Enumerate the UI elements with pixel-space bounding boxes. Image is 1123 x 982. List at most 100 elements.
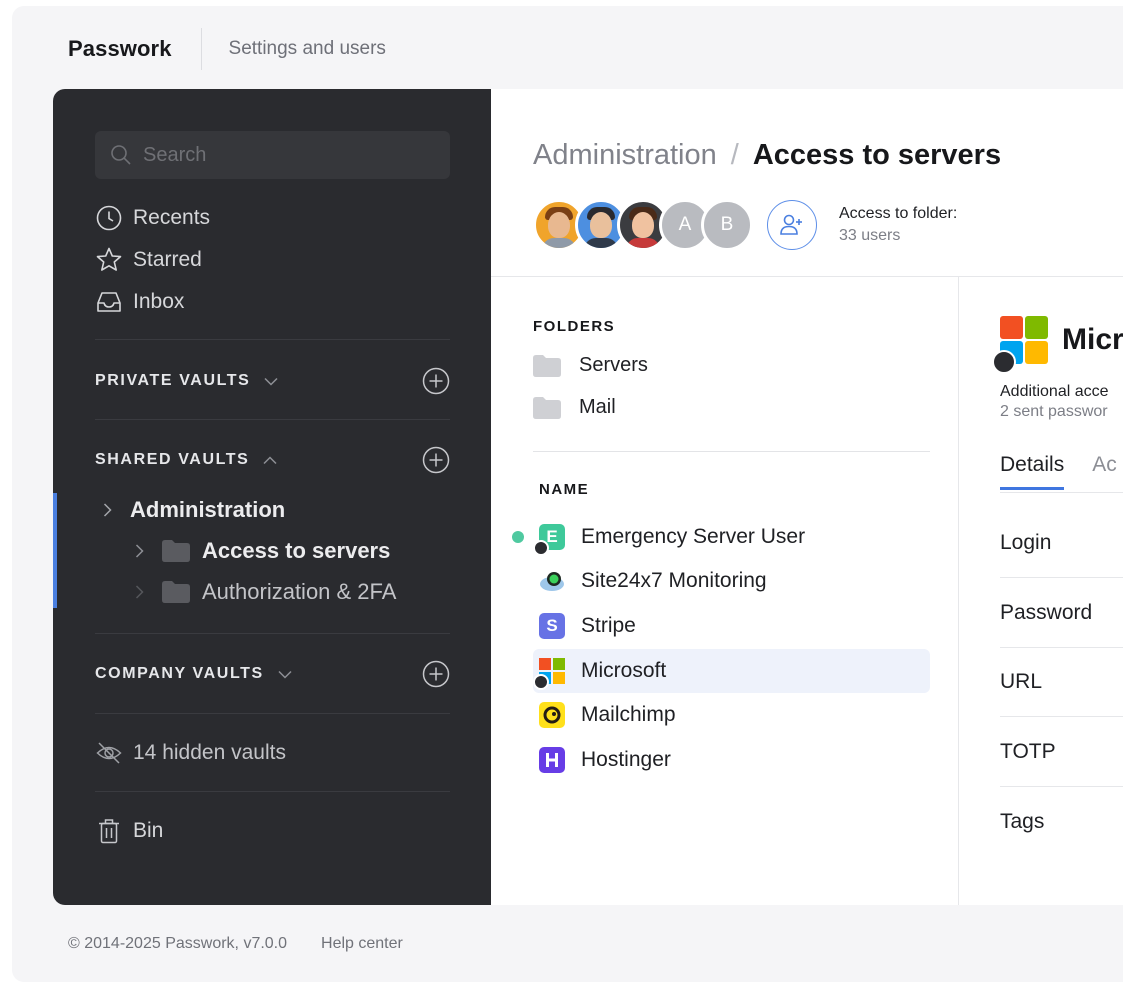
detail-title: Micr: [1062, 323, 1123, 356]
online-indicator: [512, 531, 524, 543]
nav-recents-label: Recents: [133, 206, 211, 229]
star-icon: [96, 247, 122, 271]
microsoft-icon: [533, 658, 565, 690]
folder-row-mail[interactable]: Mail: [533, 396, 616, 419]
shared-badge-icon: [533, 674, 549, 690]
shared-vaults-header[interactable]: SHARED VAULTS: [95, 446, 450, 474]
breadcrumb-parent[interactable]: Administration: [533, 139, 717, 172]
item-label: Hostinger: [581, 748, 671, 771]
nav-starred-label: Starred: [133, 248, 202, 271]
chevron-right-icon: [135, 544, 144, 558]
field-url[interactable]: URL: [1000, 647, 1123, 717]
folder-icon: [533, 354, 561, 377]
add-company-vault-icon[interactable]: [422, 660, 450, 688]
field-tags[interactable]: Tags: [1000, 787, 1123, 857]
folder-label: Mail: [579, 396, 616, 418]
sidebar-divider: [95, 633, 450, 634]
list-item-mailchimp[interactable]: Mailchimp: [533, 693, 930, 737]
name-column-header[interactable]: NAME: [539, 481, 589, 498]
tabs-divider: [1000, 492, 1123, 493]
tree-folder-access-to-servers[interactable]: Access to servers: [135, 538, 390, 564]
tree-folder-label: Access to servers: [202, 538, 391, 563]
private-vaults-header[interactable]: PRIVATE VAULTS: [95, 367, 450, 395]
add-user-icon: [780, 214, 802, 235]
trash-icon: [99, 819, 119, 844]
sent-passwords-label: 2 sent passwor: [1000, 403, 1108, 420]
sidebar: Recents Starred Inbox PRIVATE VAULTS SHA…: [53, 89, 491, 905]
settings-link[interactable]: Settings and users: [229, 38, 386, 60]
help-center-link[interactable]: Help center: [321, 935, 403, 953]
list-item-stripe[interactable]: S Stripe: [533, 604, 930, 648]
sidebar-divider: [95, 419, 450, 420]
detail-pane: Micr Additional acce 2 sent passwor Deta…: [992, 277, 1123, 905]
emergency-icon: E: [533, 524, 565, 556]
folder-members[interactable]: A B Access to folder: 33 users: [533, 199, 957, 251]
brand-logo[interactable]: Passwork: [68, 36, 172, 62]
item-label: Site24x7 Monitoring: [581, 569, 767, 592]
field-label: Password: [1000, 600, 1093, 624]
top-bar: Passwork Settings and users: [68, 28, 386, 70]
active-indicator: [53, 493, 57, 608]
bin-link[interactable]: Bin: [95, 817, 163, 845]
hidden-vaults-toggle[interactable]: 14 hidden vaults: [95, 739, 286, 767]
company-vaults-label: COMPANY VAULTS: [95, 665, 264, 682]
stripe-icon: S: [539, 613, 565, 639]
bin-label: Bin: [133, 819, 164, 842]
company-vaults-header[interactable]: COMPANY VAULTS: [95, 660, 450, 688]
access-title: Access to folder:: [839, 205, 958, 222]
tree-vault-label: Administration: [130, 497, 286, 522]
mailchimp-icon: [539, 702, 565, 728]
nav-recents[interactable]: Recents: [95, 204, 210, 232]
field-login[interactable]: Login: [1000, 508, 1123, 578]
list-item-hostinger[interactable]: Hostinger: [533, 738, 930, 782]
field-totp[interactable]: TOTP: [1000, 717, 1123, 787]
chevron-down-icon: [278, 670, 292, 679]
access-info: Access to folder: 33 users: [839, 203, 957, 247]
hidden-vaults-label: 14 hidden vaults: [133, 741, 286, 764]
folder-icon: [162, 540, 190, 562]
page-title: Access to servers: [752, 139, 1002, 171]
add-shared-vault-icon[interactable]: [422, 446, 450, 474]
nav-starred[interactable]: Starred: [95, 246, 202, 274]
header-divider: [200, 28, 202, 70]
tree-folder-authorization[interactable]: Authorization & 2FA: [135, 579, 396, 605]
list-divider: [533, 451, 930, 452]
main-panel: Administration / Access to servers A B A…: [491, 89, 1123, 905]
add-user-button[interactable]: [767, 200, 817, 250]
detail-header: Micr: [992, 316, 1123, 374]
breadcrumb-separator: /: [730, 139, 739, 171]
tab-access[interactable]: Ac: [1092, 453, 1117, 490]
pane-divider: [958, 277, 959, 905]
sidebar-divider: [95, 339, 450, 340]
field-label: URL: [1000, 669, 1043, 693]
breadcrumb: Administration / Access to servers: [533, 139, 1001, 172]
list-item-microsoft[interactable]: Microsoft: [533, 649, 930, 693]
copyright: © 2014-2025 Passwork, v7.0.0: [68, 935, 288, 952]
detail-tabs: Details Ac: [1000, 453, 1117, 490]
search-box[interactable]: [95, 131, 450, 179]
tab-details[interactable]: Details: [1000, 453, 1065, 490]
chevron-right-icon: [135, 585, 144, 599]
folder-icon: [533, 396, 561, 419]
add-private-vault-icon[interactable]: [422, 367, 450, 395]
eye-off-icon: [96, 742, 122, 764]
tree-vault-administration[interactable]: Administration: [103, 497, 285, 523]
field-password[interactable]: Password: [1000, 578, 1123, 648]
item-label: Microsoft: [581, 659, 667, 682]
field-label: TOTP: [1000, 739, 1056, 763]
access-count: 33 users: [839, 227, 901, 244]
search-input[interactable]: [143, 143, 443, 167]
nav-inbox[interactable]: Inbox: [95, 288, 184, 316]
chevron-up-icon: [263, 455, 277, 464]
folder-row-servers[interactable]: Servers: [533, 354, 648, 377]
item-label: Emergency Server User: [581, 525, 806, 548]
footer: © 2014-2025 Passwork, v7.0.0 Help center: [68, 935, 403, 953]
additional-access-label: Additional acce: [1000, 383, 1109, 400]
nav-inbox-label: Inbox: [133, 290, 185, 313]
shared-badge-icon: [992, 350, 1016, 374]
clock-icon: [96, 205, 122, 231]
list-item-site24x7[interactable]: Site24x7 Monitoring: [533, 559, 930, 603]
chevron-right-icon: [103, 503, 112, 517]
sidebar-divider: [95, 713, 450, 714]
list-item-emergency-server-user[interactable]: E Emergency Server User: [533, 515, 930, 559]
